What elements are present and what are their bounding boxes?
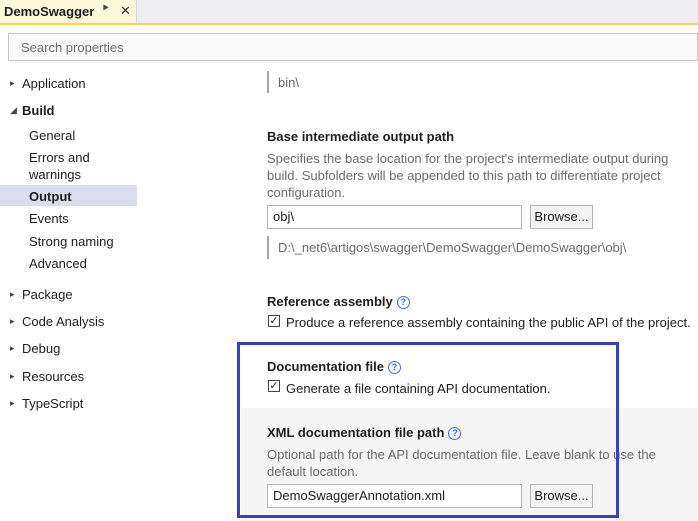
close-icon[interactable]: ✕ bbox=[120, 3, 131, 19]
xml-doc-path-label: XML documentation file path bbox=[267, 425, 445, 440]
tab-title: DemoSwagger bbox=[4, 4, 95, 19]
documentation-file-label: Documentation file bbox=[267, 359, 385, 374]
help-icon[interactable]: ? bbox=[448, 427, 462, 440]
sidebar-item-resources[interactable]: Resources bbox=[22, 369, 84, 384]
documentation-file-heading: Documentation file? bbox=[267, 359, 402, 374]
chevron-right-icon[interactable]: ▸ bbox=[10, 78, 15, 89]
sidebar-item-strong-naming[interactable]: Strong naming bbox=[29, 233, 114, 250]
output-path-value: bin\ bbox=[278, 75, 299, 90]
base-intermediate-label: Base intermediate output path bbox=[267, 129, 455, 144]
documentation-file-checkbox-label: Generate a file containing API documenta… bbox=[286, 381, 551, 396]
search-properties-input[interactable]: Search properties bbox=[8, 33, 698, 61]
help-icon[interactable]: ? bbox=[396, 296, 410, 309]
sidebar-item-typescript[interactable]: TypeScript bbox=[22, 396, 83, 411]
sidebar-item-debug[interactable]: Debug bbox=[22, 341, 60, 356]
sidebar-item-build[interactable]: Build bbox=[22, 103, 55, 118]
base-intermediate-browse-button[interactable]: Browse... bbox=[530, 205, 593, 229]
xml-doc-path-heading: XML documentation file path? bbox=[267, 425, 462, 440]
sidebar-item-general[interactable]: General bbox=[29, 127, 75, 144]
base-intermediate-input[interactable]: obj\ bbox=[267, 205, 522, 229]
sidebar-item-events[interactable]: Events bbox=[29, 210, 69, 227]
base-intermediate-resolved-bar bbox=[267, 236, 269, 259]
reference-assembly-checkbox-label: Produce a reference assembly containing … bbox=[286, 315, 691, 330]
reference-assembly-label: Reference assembly bbox=[267, 294, 393, 309]
base-intermediate-resolved: D:\_net6\artigos\swagger\DemoSwagger\Dem… bbox=[278, 240, 627, 255]
chevron-right-icon[interactable]: ▸ bbox=[10, 371, 15, 382]
sidebar-item-code-analysis[interactable]: Code Analysis bbox=[22, 314, 104, 329]
sidebar-item-output[interactable]: Output bbox=[29, 188, 72, 205]
search-placeholder: Search properties bbox=[21, 40, 124, 55]
document-tab-strip: DemoSwagger ⯈ ✕ bbox=[0, 0, 698, 23]
base-intermediate-description: Specifies the base location for the proj… bbox=[267, 151, 669, 200]
xml-doc-path-description: Optional path for the API documentation … bbox=[267, 447, 656, 479]
chevron-right-icon[interactable]: ▸ bbox=[10, 343, 15, 354]
tab-accent-line bbox=[0, 23, 698, 25]
chevron-right-icon[interactable]: ▸ bbox=[10, 289, 15, 300]
chevron-right-icon[interactable]: ▸ bbox=[10, 316, 15, 327]
tab-demoswagger[interactable]: DemoSwagger ⯈ ✕ bbox=[0, 0, 137, 23]
output-path-value-bar bbox=[267, 71, 269, 93]
sidebar-item-package[interactable]: Package bbox=[22, 287, 73, 302]
documentation-file-checkbox[interactable]: ✓ bbox=[268, 380, 280, 392]
chevron-down-icon[interactable]: ◢ bbox=[10, 105, 17, 116]
pin-icon[interactable]: ⯈ bbox=[101, 3, 110, 16]
sidebar-item-errors-warnings[interactable]: Errors and warnings bbox=[29, 149, 129, 183]
chevron-right-icon[interactable]: ▸ bbox=[10, 398, 15, 409]
xml-doc-path-browse-button[interactable]: Browse... bbox=[530, 484, 593, 508]
reference-assembly-heading: Reference assembly? bbox=[267, 294, 410, 309]
sidebar-item-advanced[interactable]: Advanced bbox=[29, 255, 87, 272]
help-icon[interactable]: ? bbox=[388, 361, 402, 374]
sidebar-item-application[interactable]: Application bbox=[22, 76, 86, 91]
reference-assembly-checkbox[interactable]: ✓ bbox=[268, 315, 280, 327]
xml-doc-path-input[interactable]: DemoSwaggerAnnotation.xml bbox=[267, 484, 522, 508]
